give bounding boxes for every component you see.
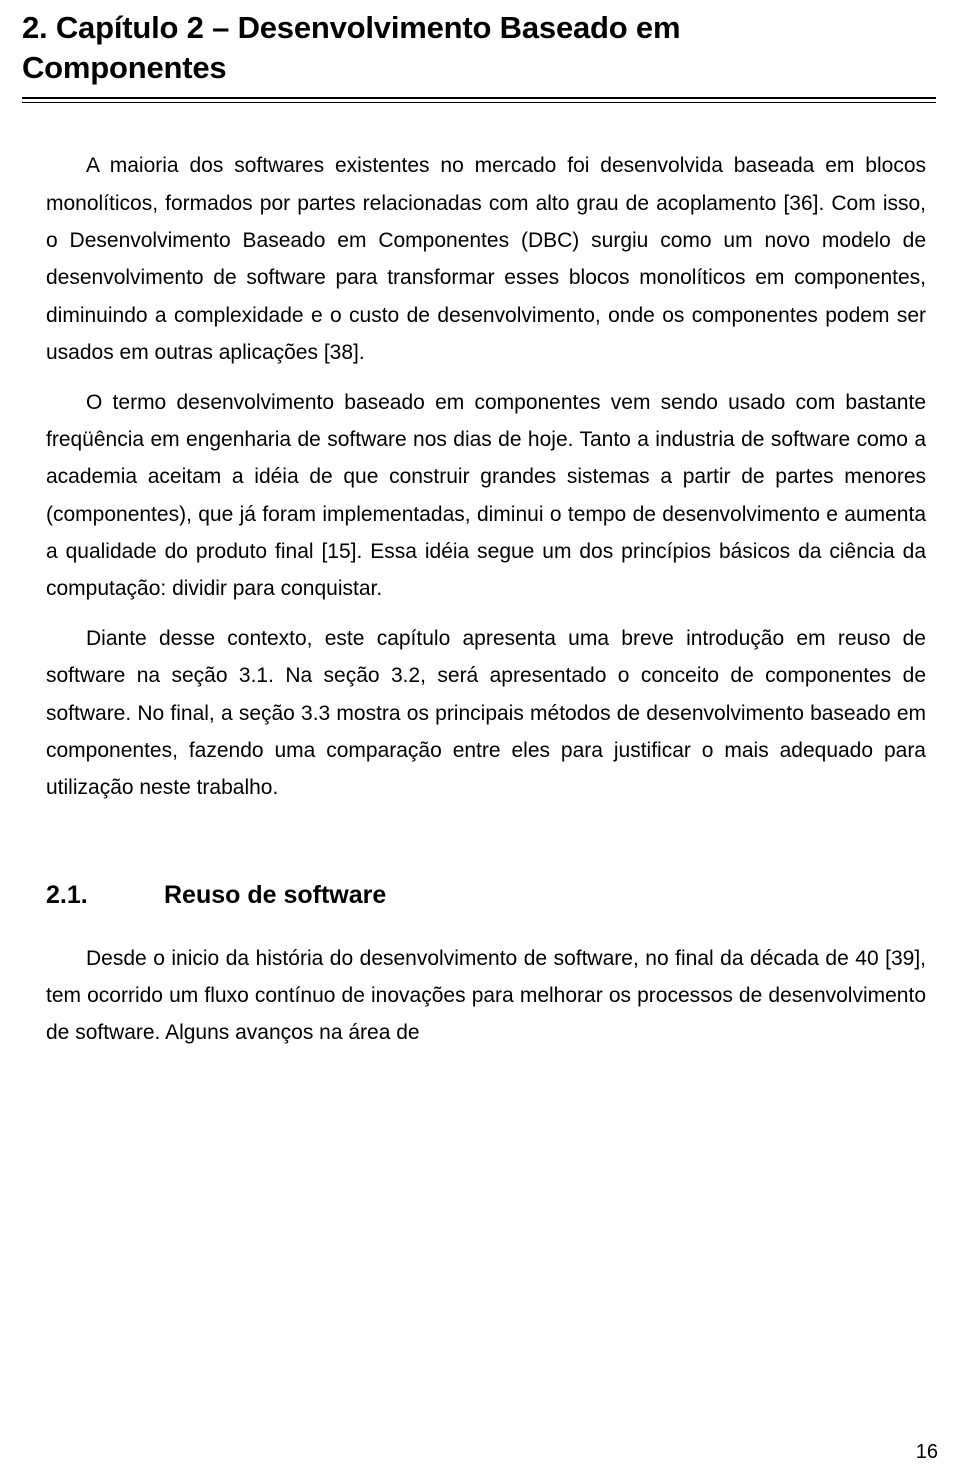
spacer-after-section-heading xyxy=(10,910,948,940)
body-content: A maioria dos softwares existentes no me… xyxy=(46,147,926,806)
chapter-heading: 2. Capítulo 2 – Desenvolvimento Baseado … xyxy=(22,10,681,85)
section-number: 2.1. xyxy=(46,880,88,909)
spacer-before-section xyxy=(10,807,948,851)
section-title: Reuso de software xyxy=(164,880,387,909)
section-body-content: Desde o inicio da história do desenvolvi… xyxy=(46,940,926,1052)
page-number: 16 xyxy=(915,1441,938,1463)
spacer-p2-p3 xyxy=(46,608,926,620)
paragraph-1: A maioria dos softwares existentes no me… xyxy=(46,154,926,365)
section-paragraph-1: Desde o inicio da história do desenvolvi… xyxy=(46,946,926,1045)
heading-divider-thick xyxy=(22,97,936,100)
spacer-p1-p2 xyxy=(46,372,926,384)
section-heading: 2.1. Reuso de software xyxy=(46,881,948,910)
spacer-after-heading xyxy=(10,103,948,147)
paragraph-2: O termo desenvolvimento baseado em compo… xyxy=(46,390,926,601)
document-page: 2. Capítulo 2 – Desenvolvimento Baseado … xyxy=(0,8,960,1478)
spacer-before-section-2 xyxy=(10,851,948,881)
paragraph-3: Diante desse contexto, este capítulo apr… xyxy=(46,626,926,800)
